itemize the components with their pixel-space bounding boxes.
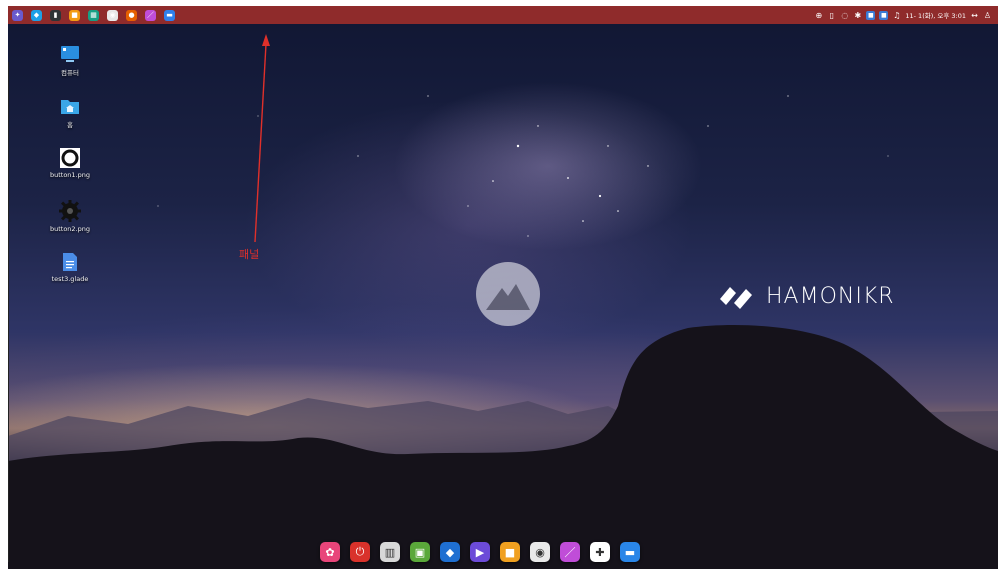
trash-icon[interactable]: ▥	[380, 542, 400, 562]
files-icon[interactable]: ■	[69, 9, 80, 21]
gear-image-icon	[59, 200, 81, 222]
bird-app-icon[interactable]: ◆	[31, 9, 42, 21]
dock: ✿ ⏻ ▥ ▣ ◆ ▶ ■ ◉ ／ ✚ ▬	[320, 542, 640, 562]
annotation-label: 패널	[239, 248, 260, 261]
home-folder-icon	[61, 100, 79, 114]
hamonikr-menu-icon[interactable]: ✦	[12, 9, 23, 21]
input-method-icon[interactable]: ■	[879, 10, 889, 20]
draw-icon[interactable]: ／	[145, 9, 156, 21]
desktop-icon-label: 홈	[67, 121, 73, 129]
firefox-icon[interactable]: ●	[126, 9, 137, 21]
draw-icon[interactable]: ／	[560, 542, 580, 562]
user-icon[interactable]: ♙	[983, 11, 992, 20]
chrome-icon[interactable]: ◉	[107, 9, 118, 21]
calculator-icon[interactable]: ▦	[88, 9, 99, 21]
bird-app-icon[interactable]: ◆	[440, 542, 460, 562]
desktop-icon-button1[interactable]: button1.png	[40, 148, 100, 179]
top-panel: ✦ ◆ ▮ ■ ▦ ◉ ● ／ ▬ ⊕ ▯ ◌ ✱ ■ ■ ♫ 11- 1(화), 오후 3:0…	[8, 6, 998, 24]
sound-icon[interactable]: ♫	[892, 11, 901, 20]
bluetooth-icon[interactable]: ✱	[853, 11, 862, 20]
keyboard-icon[interactable]: ■	[866, 10, 876, 20]
app-pink-icon[interactable]: ✿	[320, 542, 340, 562]
power-icon[interactable]: ⏻	[350, 542, 370, 562]
clipboard-icon[interactable]: ▯	[827, 11, 836, 20]
desktop[interactable]: 패널 ✦ ◆ ▮ ■ ▦ ◉ ● ／ ▬ ⊕ ▯ ◌ ✱ ■ ■ ♫ 11- 1(화), 오후 …	[8, 6, 998, 569]
switch-icon[interactable]: ↔	[970, 11, 979, 20]
window-icon[interactable]: ▬	[620, 542, 640, 562]
desktop-icon-label: button2.png	[49, 225, 90, 233]
brand-logo: HAMONIKR	[716, 281, 895, 311]
folder-icon[interactable]: ■	[500, 542, 520, 562]
ring-image-icon	[60, 148, 80, 168]
brand-name: HAMONIKR	[766, 283, 895, 309]
document-icon	[63, 253, 77, 271]
panel-launchers: ✦ ◆ ▮ ■ ▦ ◉ ● ／ ▬	[8, 9, 175, 21]
desktop-icon-label: 컴퓨터	[61, 69, 79, 77]
computer-icon	[61, 46, 79, 62]
software-center-icon[interactable]: ▣	[410, 542, 430, 562]
desktop-icon-label: button1.png	[49, 171, 90, 179]
desktop-icon-test3[interactable]: test3.glade	[40, 252, 100, 283]
system-tray: ⊕ ▯ ◌ ✱ ■ ■ ♫ 11- 1(화), 오후 3:01 ↔ ♙	[814, 10, 998, 20]
terminal-icon[interactable]: ▮	[50, 9, 61, 21]
clock[interactable]: 11- 1(화), 오후 3:01	[905, 10, 966, 20]
desktop-icon-home[interactable]: 홈	[40, 96, 100, 129]
chrome-icon[interactable]: ◉	[530, 542, 550, 562]
desktop-icon-button2[interactable]: button2.png	[40, 200, 100, 233]
network-icon[interactable]: ⊕	[814, 11, 823, 20]
desktop-icon-computer[interactable]: 컴퓨터	[40, 44, 100, 77]
hamonikr-brand-icon	[720, 287, 752, 309]
media-player-icon[interactable]: ▶	[470, 542, 490, 562]
desktop-icon-label: test3.glade	[51, 275, 89, 283]
window-edge	[8, 62, 9, 562]
slack-icon[interactable]: ✚	[590, 542, 610, 562]
search-icon[interactable]: ◌	[840, 11, 849, 20]
hamonikr-mountain-logo	[476, 262, 540, 326]
window-icon[interactable]: ▬	[164, 9, 175, 21]
